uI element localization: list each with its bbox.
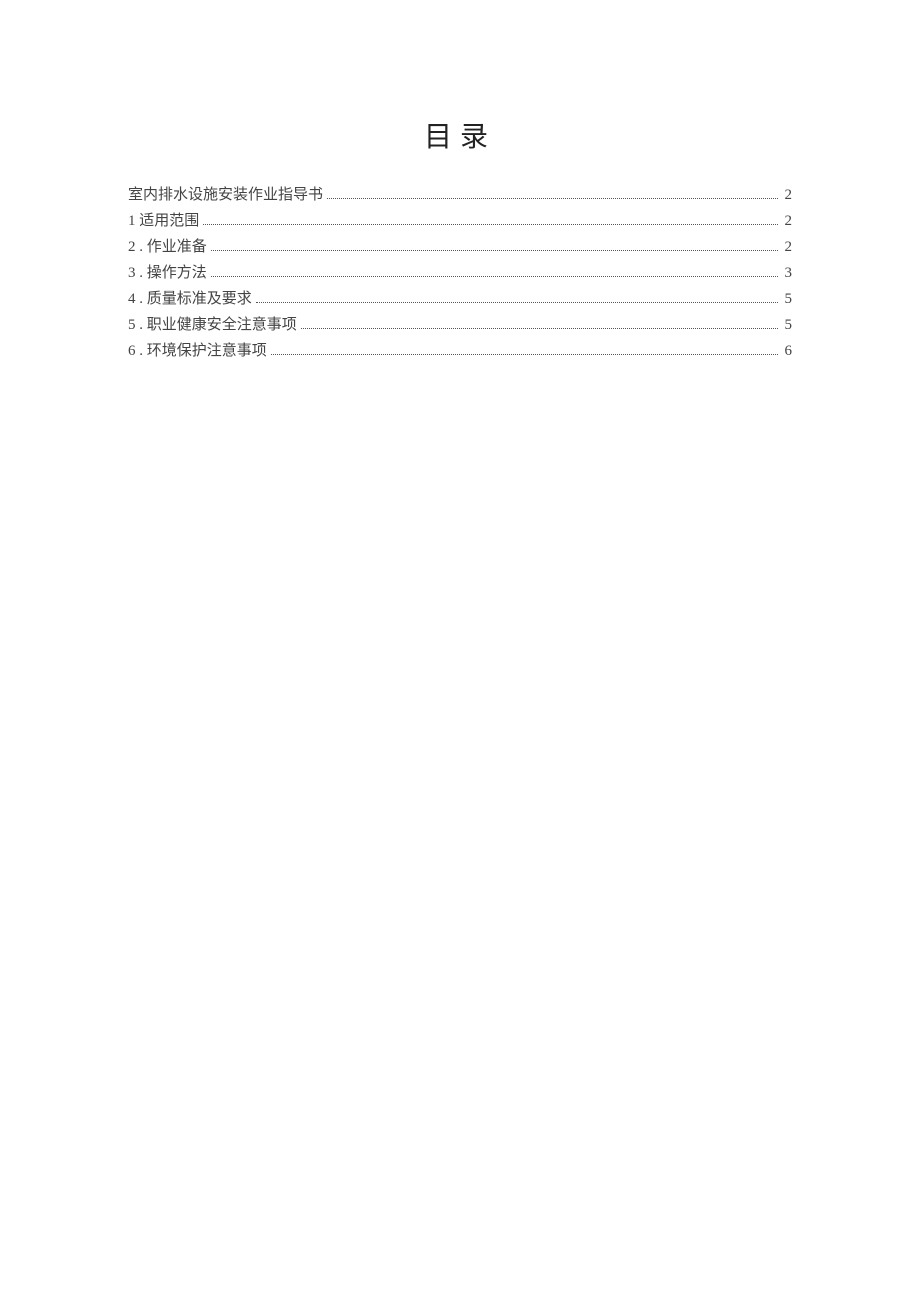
- toc-entry-page: 5: [782, 313, 792, 337]
- toc-entry[interactable]: 6 . 环境保护注意事项 6: [128, 339, 792, 363]
- toc-entry-leader: [256, 292, 778, 303]
- toc-entry-page: 6: [782, 339, 792, 363]
- toc-entry-page: 2: [782, 209, 792, 233]
- toc-entry[interactable]: 5 . 职业健康安全注意事项 5: [128, 313, 792, 337]
- toc-title: 目录: [128, 115, 792, 155]
- toc-entry[interactable]: 1 适用范围 2: [128, 209, 792, 233]
- toc-entry-leader: [203, 214, 778, 225]
- toc-entry[interactable]: 3 . 操作方法 3: [128, 261, 792, 285]
- page-container: 目录 室内排水设施安装作业指导书 2 1 适用范围 2 2 . 作业准备 2 3…: [0, 0, 920, 363]
- toc-entry-page: 5: [782, 287, 792, 311]
- toc-entry[interactable]: 室内排水设施安装作业指导书 2: [128, 183, 792, 207]
- toc-entry-page: 2: [782, 235, 792, 259]
- toc-entry-leader: [211, 266, 778, 277]
- toc-entry-label: 4 . 质量标准及要求: [128, 287, 252, 311]
- toc-entry-leader: [327, 188, 778, 199]
- toc-entry-label: 6 . 环境保护注意事项: [128, 339, 267, 363]
- toc-entry-page: 2: [782, 183, 792, 207]
- toc-entry-label: 5 . 职业健康安全注意事项: [128, 313, 297, 337]
- toc-entry[interactable]: 2 . 作业准备 2: [128, 235, 792, 259]
- toc-entry-label: 3 . 操作方法: [128, 261, 207, 285]
- toc-list: 室内排水设施安装作业指导书 2 1 适用范围 2 2 . 作业准备 2 3 . …: [128, 183, 792, 363]
- toc-entry-leader: [271, 344, 778, 355]
- toc-entry[interactable]: 4 . 质量标准及要求 5: [128, 287, 792, 311]
- toc-entry-leader: [211, 240, 778, 251]
- toc-entry-label: 室内排水设施安装作业指导书: [128, 183, 323, 207]
- toc-entry-label: 1 适用范围: [128, 209, 199, 233]
- toc-entry-label: 2 . 作业准备: [128, 235, 207, 259]
- toc-entry-leader: [301, 318, 778, 329]
- toc-entry-page: 3: [782, 261, 792, 285]
